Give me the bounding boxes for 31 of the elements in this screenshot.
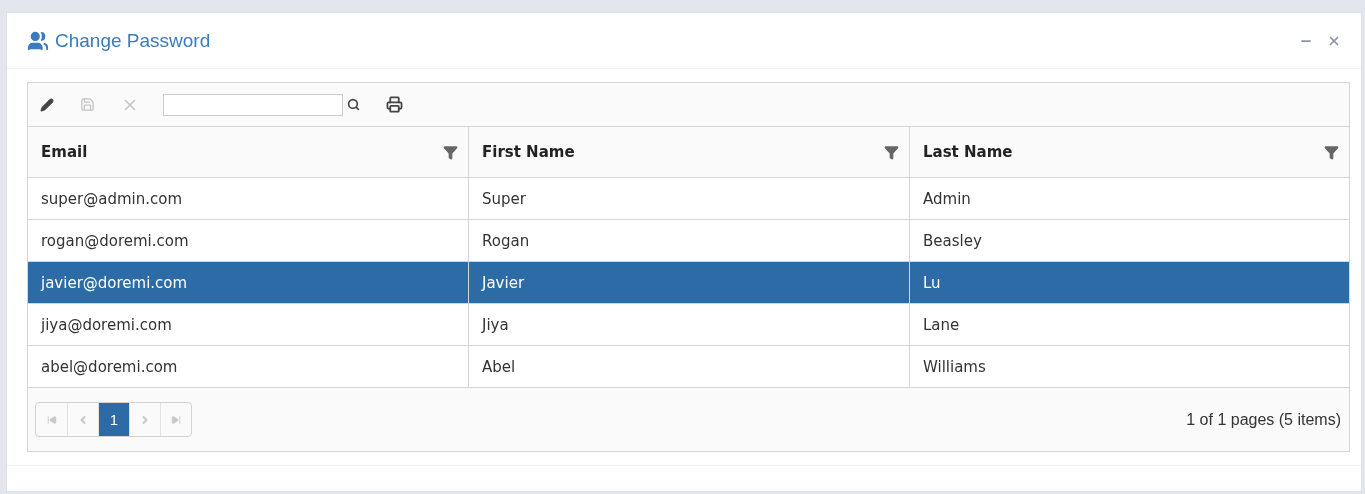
table-cell[interactable]: Lu	[909, 262, 1349, 304]
search-button[interactable]	[347, 98, 360, 111]
users-icon	[27, 29, 49, 52]
table-cell[interactable]: Williams	[909, 346, 1349, 388]
save-button[interactable]	[80, 97, 95, 112]
table-cell[interactable]: Abel	[468, 346, 909, 388]
table-cell[interactable]: Jiya	[468, 304, 909, 346]
last-page-icon[interactable]	[171, 414, 181, 425]
pager-summary: 1 of 1 pages (5 items)	[1186, 410, 1341, 429]
window-title: Change Password	[55, 29, 212, 52]
first-page-icon[interactable]	[46, 414, 57, 425]
table-cell[interactable]: Lane	[909, 304, 1349, 346]
table-cell[interactable]: abel@doremi.com	[28, 346, 468, 388]
column-header[interactable]: First Name	[468, 127, 909, 178]
table-cell[interactable]: super@admin.com	[28, 178, 468, 220]
table-cell[interactable]: Super	[468, 178, 909, 220]
table-cell[interactable]: javier@doremi.com	[28, 262, 468, 304]
table-cell[interactable]: Rogan	[468, 220, 909, 262]
page-button[interactable]: 1	[98, 403, 129, 436]
filter-icon[interactable]	[1324, 144, 1339, 160]
table-cell[interactable]: jiya@doremi.com	[28, 304, 468, 346]
filter-icon[interactable]	[884, 144, 899, 160]
table-cell[interactable]: Admin	[909, 178, 1349, 220]
table-cell[interactable]: Beasley	[909, 220, 1349, 262]
filter-icon[interactable]	[443, 144, 458, 160]
table-cell[interactable]: Javier	[468, 262, 909, 304]
print-button[interactable]	[386, 96, 403, 113]
search-field[interactable]	[163, 93, 343, 116]
table-cell[interactable]: rogan@doremi.com	[28, 220, 468, 262]
column-header[interactable]: Last Name	[909, 127, 1349, 178]
edit-button[interactable]	[40, 97, 54, 112]
